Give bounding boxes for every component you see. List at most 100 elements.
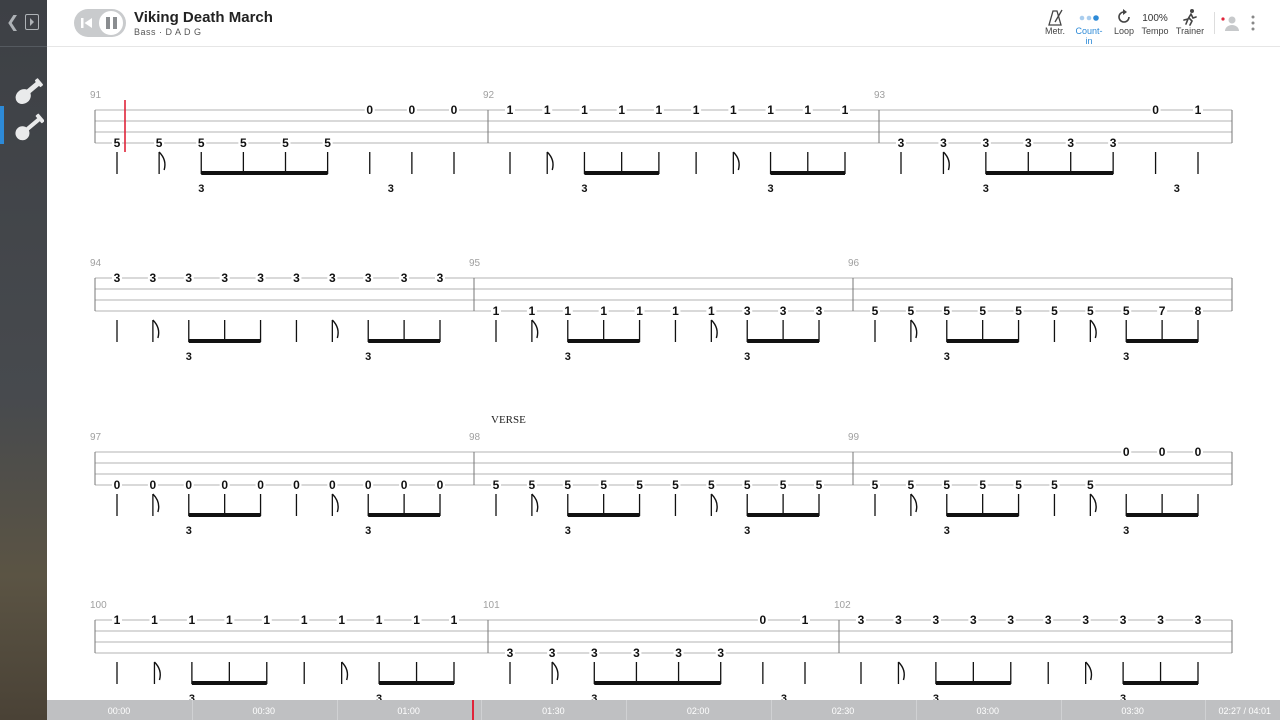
fret-number[interactable]: 3	[437, 271, 444, 285]
fret-number[interactable]: 5	[114, 136, 121, 150]
fret-number[interactable]: 3	[1195, 613, 1202, 627]
fret-number[interactable]: 1	[672, 304, 679, 318]
fret-number[interactable]: 1	[708, 304, 715, 318]
loop-button[interactable]: Loop	[1112, 8, 1136, 36]
fret-number[interactable]: 5	[780, 478, 787, 492]
fret-number[interactable]: 3	[1045, 613, 1052, 627]
fret-number[interactable]: 1	[376, 613, 383, 627]
fret-number[interactable]: 0	[221, 478, 228, 492]
fret-number[interactable]: 3	[1110, 136, 1117, 150]
fret-number[interactable]: 3	[185, 271, 192, 285]
fret-number[interactable]: 1	[338, 613, 345, 627]
more-options-icon[interactable]	[1250, 14, 1256, 32]
fret-number[interactable]: 3	[1067, 136, 1074, 150]
fret-number[interactable]: 5	[1051, 304, 1058, 318]
restart-icon[interactable]	[80, 16, 94, 30]
fret-number[interactable]: 1	[636, 304, 643, 318]
fret-number[interactable]: 1	[493, 304, 500, 318]
sidebar-instrument-guitar[interactable]	[8, 72, 44, 106]
fret-number[interactable]: 0	[1159, 445, 1166, 459]
fret-number[interactable]: 0	[257, 478, 264, 492]
fret-number[interactable]: 3	[591, 646, 598, 660]
fret-number[interactable]: 3	[1082, 613, 1089, 627]
fret-number[interactable]: 5	[240, 136, 247, 150]
fret-number[interactable]: 5	[908, 478, 915, 492]
fret-number[interactable]: 1	[581, 103, 588, 117]
fret-number[interactable]: 8	[1195, 304, 1202, 318]
fret-number[interactable]: 0	[401, 478, 408, 492]
fret-number[interactable]: 5	[872, 304, 879, 318]
fret-number[interactable]: 1	[226, 613, 233, 627]
fret-number[interactable]: 1	[656, 103, 663, 117]
fret-number[interactable]: 0	[150, 478, 157, 492]
fret-number[interactable]: 5	[156, 136, 163, 150]
fret-number[interactable]: 1	[804, 103, 811, 117]
fret-number[interactable]: 3	[633, 646, 640, 660]
tempo-button[interactable]: 100% Tempo	[1140, 8, 1170, 36]
fret-number[interactable]: 3	[329, 271, 336, 285]
fret-number[interactable]: 3	[983, 136, 990, 150]
fret-number[interactable]: 5	[493, 478, 500, 492]
count-in-button[interactable]: Count-in	[1072, 8, 1106, 46]
fret-number[interactable]: 1	[767, 103, 774, 117]
fret-number[interactable]: 0	[293, 478, 300, 492]
fret-number[interactable]: 3	[898, 136, 905, 150]
fret-number[interactable]: 3	[257, 271, 264, 285]
fret-number[interactable]: 5	[672, 478, 679, 492]
fret-number[interactable]: 1	[189, 613, 196, 627]
fret-number[interactable]: 1	[693, 103, 700, 117]
fret-number[interactable]: 3	[717, 646, 724, 660]
timeline-playhead[interactable]	[472, 700, 475, 720]
fret-number[interactable]: 5	[636, 478, 643, 492]
fret-number[interactable]: 3	[1007, 613, 1014, 627]
pause-button[interactable]	[98, 10, 124, 36]
fret-number[interactable]: 5	[979, 304, 986, 318]
fret-number[interactable]: 1	[730, 103, 737, 117]
fret-number[interactable]: 3	[507, 646, 514, 660]
fret-number[interactable]: 3	[401, 271, 408, 285]
fret-number[interactable]: 3	[816, 304, 823, 318]
fret-number[interactable]: 0	[1123, 445, 1130, 459]
fret-number[interactable]: 3	[780, 304, 787, 318]
fret-number[interactable]: 3	[1157, 613, 1164, 627]
fret-number[interactable]: 1	[151, 613, 158, 627]
fret-number[interactable]: 3	[970, 613, 977, 627]
fret-number[interactable]: 3	[150, 271, 157, 285]
fret-number[interactable]: 5	[564, 478, 571, 492]
fret-number[interactable]: 5	[1087, 304, 1094, 318]
fret-number[interactable]: 5	[1015, 304, 1022, 318]
fret-number[interactable]: 5	[324, 136, 331, 150]
fret-number[interactable]: 5	[1123, 304, 1130, 318]
fret-number[interactable]: 0	[114, 478, 121, 492]
fret-number[interactable]: 5	[816, 478, 823, 492]
fret-number[interactable]: 5	[872, 478, 879, 492]
fret-number[interactable]: 5	[529, 478, 536, 492]
fret-number[interactable]: 3	[940, 136, 947, 150]
fret-number[interactable]: 3	[1120, 613, 1127, 627]
fret-number[interactable]: 5	[600, 478, 607, 492]
fret-number[interactable]: 1	[600, 304, 607, 318]
collapse-panel-icon[interactable]	[25, 14, 39, 30]
fret-number[interactable]: 5	[1015, 478, 1022, 492]
fret-number[interactable]: 3	[858, 613, 865, 627]
tablature-score[interactable]: 915 5 5 5 5 50 0 03 3921 1 1 1 1 1 1 1 1 13 3933 3 3 3 3 30 13 39…	[47, 46, 1280, 700]
fret-number[interactable]: 5	[1087, 478, 1094, 492]
fret-number[interactable]: 0	[329, 478, 336, 492]
fret-number[interactable]: 0	[1195, 445, 1202, 459]
fret-number[interactable]: 1	[842, 103, 849, 117]
fret-number[interactable]: 1	[564, 304, 571, 318]
fret-number[interactable]: 0	[760, 613, 767, 627]
fret-number[interactable]: 5	[198, 136, 205, 150]
fret-number[interactable]: 3	[365, 271, 372, 285]
fret-number[interactable]: 5	[908, 304, 915, 318]
sidebar-instrument-bass[interactable]	[0, 106, 45, 144]
fret-number[interactable]: 1	[263, 613, 270, 627]
fret-number[interactable]: 1	[529, 304, 536, 318]
chevron-left-icon[interactable]: ❮	[6, 12, 19, 32]
metronome-button[interactable]: Metr.	[1042, 8, 1068, 36]
fret-number[interactable]: 1	[301, 613, 308, 627]
fret-number[interactable]: 3	[675, 646, 682, 660]
fret-number[interactable]: 5	[979, 478, 986, 492]
fret-number[interactable]: 1	[544, 103, 551, 117]
fret-number[interactable]: 0	[185, 478, 192, 492]
